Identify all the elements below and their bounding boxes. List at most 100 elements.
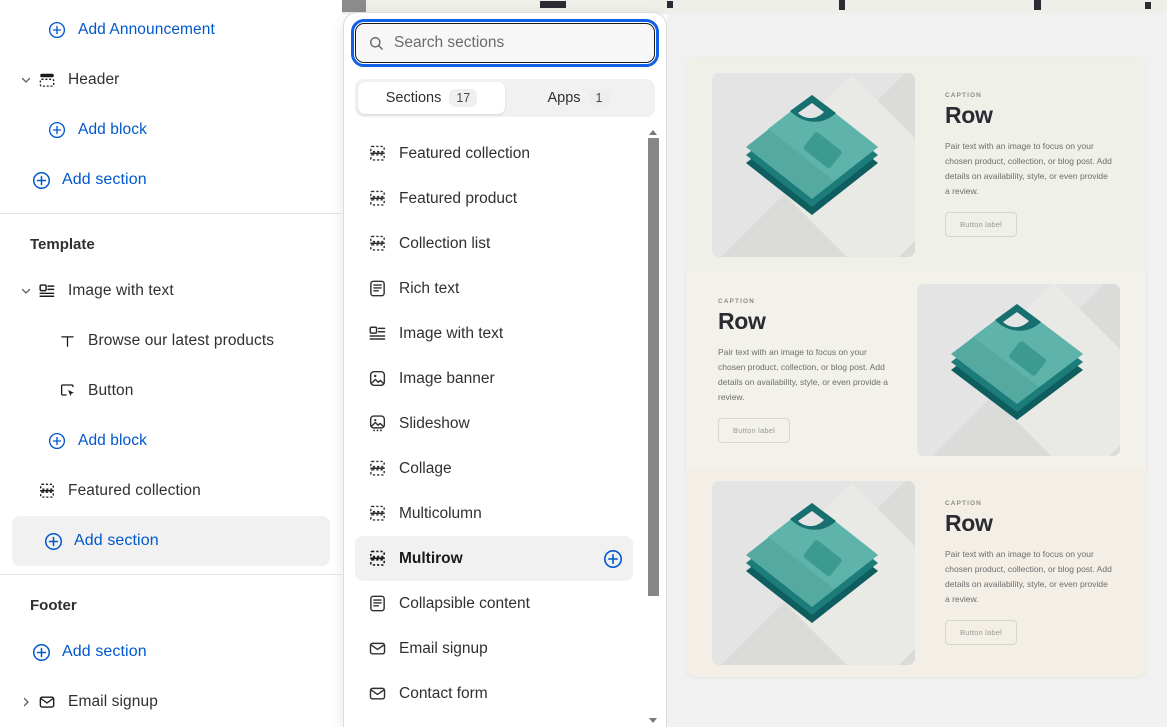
list-item-collection-list[interactable]: Collection list — [355, 221, 633, 266]
section-list-scrollbar[interactable] — [646, 126, 661, 727]
background-block — [342, 0, 366, 12]
sidebar-item-footer-add-section[interactable]: Add section — [0, 627, 342, 677]
tab-sections-count: 17 — [449, 89, 478, 107]
plus-circle-icon — [30, 643, 52, 662]
text-icon — [56, 333, 78, 350]
search-input[interactable] — [394, 24, 634, 62]
preview-button[interactable]: Button label — [718, 417, 791, 443]
list-item-image-banner[interactable]: Image banner — [355, 356, 633, 401]
list-item-label: Image with text — [399, 324, 504, 342]
sidebar-item-template-add-section[interactable]: Add section — [12, 516, 330, 566]
sidebar-divider — [0, 574, 342, 575]
search-container — [344, 13, 666, 67]
sidebar-item-add-announcement[interactable]: Add Announcement — [0, 5, 342, 55]
slideshow-icon — [366, 414, 388, 433]
list-item-label: Multirow — [399, 549, 463, 567]
sidebar-item-header-add-section[interactable]: Add section — [0, 155, 342, 205]
sidebar-item-label: Add section — [74, 532, 159, 549]
preview-caption: CAPTION — [718, 297, 755, 305]
image-with-text-icon — [366, 324, 388, 343]
preview-button[interactable]: Button label — [945, 212, 1018, 237]
sidebar-item-email-signup[interactable]: Email signup — [0, 677, 342, 727]
triangle-down-icon[interactable] — [649, 718, 657, 723]
sidebar-item-label: Add section — [62, 643, 147, 660]
chevron-down-icon[interactable] — [16, 74, 36, 86]
preview-row: CAPTION Row Pair text with an image to f… — [686, 468, 1146, 677]
preview-button[interactable]: Button label — [945, 620, 1018, 645]
sidebar-item-label: Add Announcement — [78, 21, 215, 38]
plus-circle-icon — [46, 432, 68, 450]
tab-apps-label: Apps — [547, 90, 581, 106]
sidebar-item-label: Add block — [78, 121, 147, 138]
sidebar-item-label: Image with text — [68, 282, 174, 299]
list-item-label: Email signup — [399, 639, 488, 657]
preview-row-text: CAPTION Row Pair text with an image to f… — [915, 92, 1120, 237]
sidebar-group-heading-template: Template — [30, 235, 95, 253]
sidebar-item-image-with-text[interactable]: Image with text — [0, 266, 342, 316]
list-item-label: Image banner — [399, 369, 495, 387]
sidebar-item-label: Button — [88, 382, 134, 399]
section-picker-panel: Sections 17 Apps 1 Featured collection — [343, 12, 667, 727]
plus-circle-icon[interactable] — [603, 549, 623, 569]
chevron-down-icon[interactable] — [16, 285, 36, 297]
preview-caption: CAPTION — [945, 92, 982, 99]
list-item-featured-product[interactable]: Featured product — [355, 176, 633, 221]
list-item-label: Multicolumn — [399, 504, 482, 522]
tab-sections-label: Sections — [385, 90, 442, 106]
list-item-rich-text[interactable]: Rich text — [355, 266, 633, 311]
list-item-collapsible-content[interactable]: Collapsible content — [355, 581, 633, 626]
list-item-label: Collage — [399, 459, 452, 477]
email-icon — [366, 684, 388, 703]
scrollbar-thumb[interactable] — [648, 138, 659, 596]
search-icon — [368, 35, 385, 52]
sidebar-item-header-add-block[interactable]: Add block — [0, 105, 342, 155]
list-item-multirow[interactable]: Multirow — [355, 536, 633, 581]
sections-sidebar: Add Announcement Header Add block Add se… — [0, 0, 342, 727]
rich-text-icon — [366, 279, 388, 298]
list-item-label: Collection list — [399, 234, 491, 252]
theme-preview: CAPTION Row Pair text with an image to f… — [667, 14, 1167, 727]
list-item-image-with-text[interactable]: Image with text — [355, 311, 633, 356]
list-item-label: Slideshow — [399, 414, 470, 432]
email-icon — [36, 693, 58, 711]
sidebar-item-label: Add section — [62, 171, 147, 188]
list-item-contact-form[interactable]: Contact form — [355, 671, 633, 716]
preview-heading: Row — [945, 102, 993, 128]
sidebar-item-button[interactable]: Button — [0, 366, 342, 416]
list-item-label: Featured product — [399, 189, 518, 207]
preview-row-text: CAPTION Row Pair text with an image to f… — [915, 500, 1120, 645]
section-icon — [366, 144, 388, 163]
preview-row-text: CAPTION Row Pair text with an image to f… — [712, 298, 917, 443]
sidebar-item-label: Email signup — [68, 693, 158, 710]
list-item-email-signup[interactable]: Email signup — [355, 626, 633, 671]
sidebar-item-browse-our-latest-products[interactable]: Browse our latest products — [0, 316, 342, 366]
sidebar-item-header[interactable]: Header — [0, 55, 342, 105]
section-icon — [366, 459, 388, 478]
search-box[interactable] — [351, 19, 659, 67]
preview-body: Pair text with an image to focus on your… — [945, 549, 1112, 604]
list-item-featured-collection[interactable]: Featured collection — [355, 131, 633, 176]
preview-image-placeholder — [712, 480, 915, 665]
image-with-text-icon — [36, 282, 58, 300]
preview-image-placeholder — [917, 284, 1120, 456]
rich-text-icon — [366, 594, 388, 613]
list-item-label: Rich text — [399, 279, 460, 297]
sidebar-divider — [0, 213, 342, 214]
triangle-up-icon[interactable] — [649, 130, 657, 135]
preview-body: Pair text with an image to focus on your… — [945, 141, 1112, 196]
section-icon — [36, 482, 58, 500]
plus-circle-icon — [46, 21, 68, 39]
sidebar-item-template-add-block[interactable]: Add block — [0, 416, 342, 466]
tab-sections[interactable]: Sections 17 — [358, 82, 505, 114]
plus-circle-icon — [46, 121, 68, 139]
sidebar-item-featured-collection[interactable]: Featured collection — [0, 466, 342, 516]
chevron-right-icon[interactable] — [16, 696, 36, 708]
tab-apps[interactable]: Apps 1 — [505, 82, 652, 114]
list-item-slideshow[interactable]: Slideshow — [355, 401, 633, 446]
list-item-multicolumn[interactable]: Multicolumn — [355, 491, 633, 536]
list-item-label: Featured collection — [399, 144, 530, 162]
preview-caption: CAPTION — [945, 500, 982, 507]
plus-circle-icon — [30, 171, 52, 190]
list-item-collage[interactable]: Collage — [355, 446, 633, 491]
section-icon — [366, 189, 388, 208]
